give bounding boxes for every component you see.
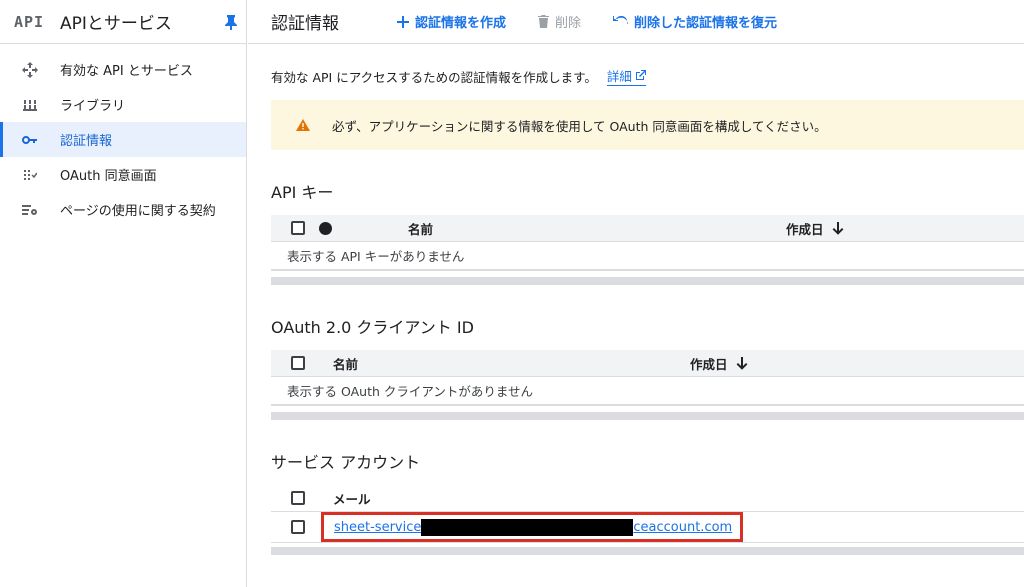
page-title: 認証情報 [271,14,339,34]
settings-list-icon [20,200,40,220]
column-created-label: 作成日 [690,356,728,372]
api-keys-table: 名前 作成日 表示する API キーがありません [271,215,1024,271]
sidebar-item-label: 認証情報 [60,134,113,149]
select-all-checkbox[interactable] [291,491,305,505]
undo-icon [613,16,629,24]
row-checkbox[interactable] [291,520,305,534]
learn-more-link[interactable]: 詳細 [606,66,646,86]
arrow-down-icon [832,221,843,235]
oauth-table: 名前 作成日 表示する OAuth クライアントがありません [271,350,1024,406]
main-content: 認証情報 認証情報を作成 削除 削除した認証情報を復元 有効な API にアクセ… [248,0,1024,587]
delete-button[interactable]: 削除 [538,12,581,31]
sidebar-item-enabled-apis[interactable]: 有効な API とサービス [0,52,246,87]
sidebar-nav: 有効な API とサービス ライブラリ 認証情報 OAuth 同意画面 ページの… [0,44,246,227]
library-icon [20,95,40,115]
consent-warning-banner: 必ず、アプリケーションに関する情報を使用して OAuth 同意画面を構成してくだ… [271,100,1024,150]
highlight-box: sheet-service ceaccount.com [321,512,744,542]
sidebar-item-label: OAuth 同意画面 [60,169,157,184]
email-prefix: sheet-service [334,519,422,535]
sidebar-title: APIとサービス [60,14,172,34]
api-logo: API [14,12,45,31]
restore-deleted-label: 削除した認証情報を復元 [634,16,778,31]
select-all-checkbox[interactable] [291,221,305,235]
warning-icon [296,119,310,131]
delete-label: 削除 [555,16,582,31]
toolbar: 認証情報 認証情報を作成 削除 削除した認証情報を復元 [248,0,1024,44]
table-row: sheet-service ceaccount.com [271,512,1024,542]
table-header: 名前 作成日 [271,350,1024,377]
move-arrows-icon [20,60,40,80]
sidebar-item-label: ページの使用に関する契約 [60,204,216,219]
horizontal-scrollbar[interactable] [271,277,1024,285]
empty-message: 表示する API キーがありません [287,249,465,264]
create-credentials-button[interactable]: 認証情報を作成 [397,12,506,31]
empty-message: 表示する OAuth クライアントがありません [287,384,533,399]
sidebar-item-credentials[interactable]: 認証情報 [0,122,246,157]
arrow-down-icon [736,356,747,370]
learn-more-label: 詳細 [606,69,632,84]
service-account-email-link[interactable]: sheet-service ceaccount.com [334,518,733,536]
pin-icon[interactable] [216,14,246,30]
column-created-label: 作成日 [786,221,824,237]
trash-icon [538,15,550,28]
column-name[interactable]: 名前 [333,354,690,373]
select-all-checkbox[interactable] [291,356,305,370]
horizontal-scrollbar[interactable] [271,412,1024,420]
service-accounts-table: メール sheet-service ceaccount.com [271,485,1024,543]
external-link-icon [635,70,646,80]
column-name[interactable]: 名前 [408,219,786,238]
empty-row: 表示する API キーがありません [271,242,1024,270]
warning-text: 必ず、アプリケーションに関する情報を使用して OAuth 同意画面を構成してくだ… [332,118,827,134]
sidebar-item-library[interactable]: ライブラリ [0,87,246,122]
table-header: メール [271,485,1024,512]
empty-row: 表示する OAuth クライアントがありません [271,377,1024,405]
column-created[interactable]: 作成日 [690,354,748,373]
sidebar-item-label: ライブラリ [60,99,126,114]
oauth-title: OAuth 2.0 クライアント ID [271,318,474,337]
redaction-bar [421,518,634,536]
table-header: 名前 作成日 [271,215,1024,242]
restore-deleted-button[interactable]: 削除した認証情報を復元 [613,12,777,31]
sidebar-item-label: 有効な API とサービス [60,64,193,79]
column-created[interactable]: 作成日 [786,219,844,238]
sidebar: API APIとサービス 有効な API とサービス ライブラリ 認証情報 OA… [0,0,247,587]
intro-description: 有効な API にアクセスするための認証情報を作成します。 [271,69,597,85]
sidebar-header: API APIとサービス [0,0,246,44]
sidebar-item-oauth-consent[interactable]: OAuth 同意画面 [0,157,246,192]
sidebar-item-page-usage[interactable]: ページの使用に関する契約 [0,192,246,227]
key-icon [20,130,40,150]
create-credentials-label: 認証情報を作成 [415,16,507,31]
status-dot-icon [319,221,332,235]
plus-icon [397,15,409,28]
api-keys-title: API キー [271,183,334,202]
consent-dots-icon [20,165,40,185]
service-accounts-title: サービス アカウント [271,453,421,472]
horizontal-scrollbar[interactable] [271,547,1024,555]
email-suffix: ceaccount.com [633,519,733,535]
column-email[interactable]: メール [333,489,371,508]
intro-text: 有効な API にアクセスするための認証情報を作成します。 詳細 [271,66,1024,86]
